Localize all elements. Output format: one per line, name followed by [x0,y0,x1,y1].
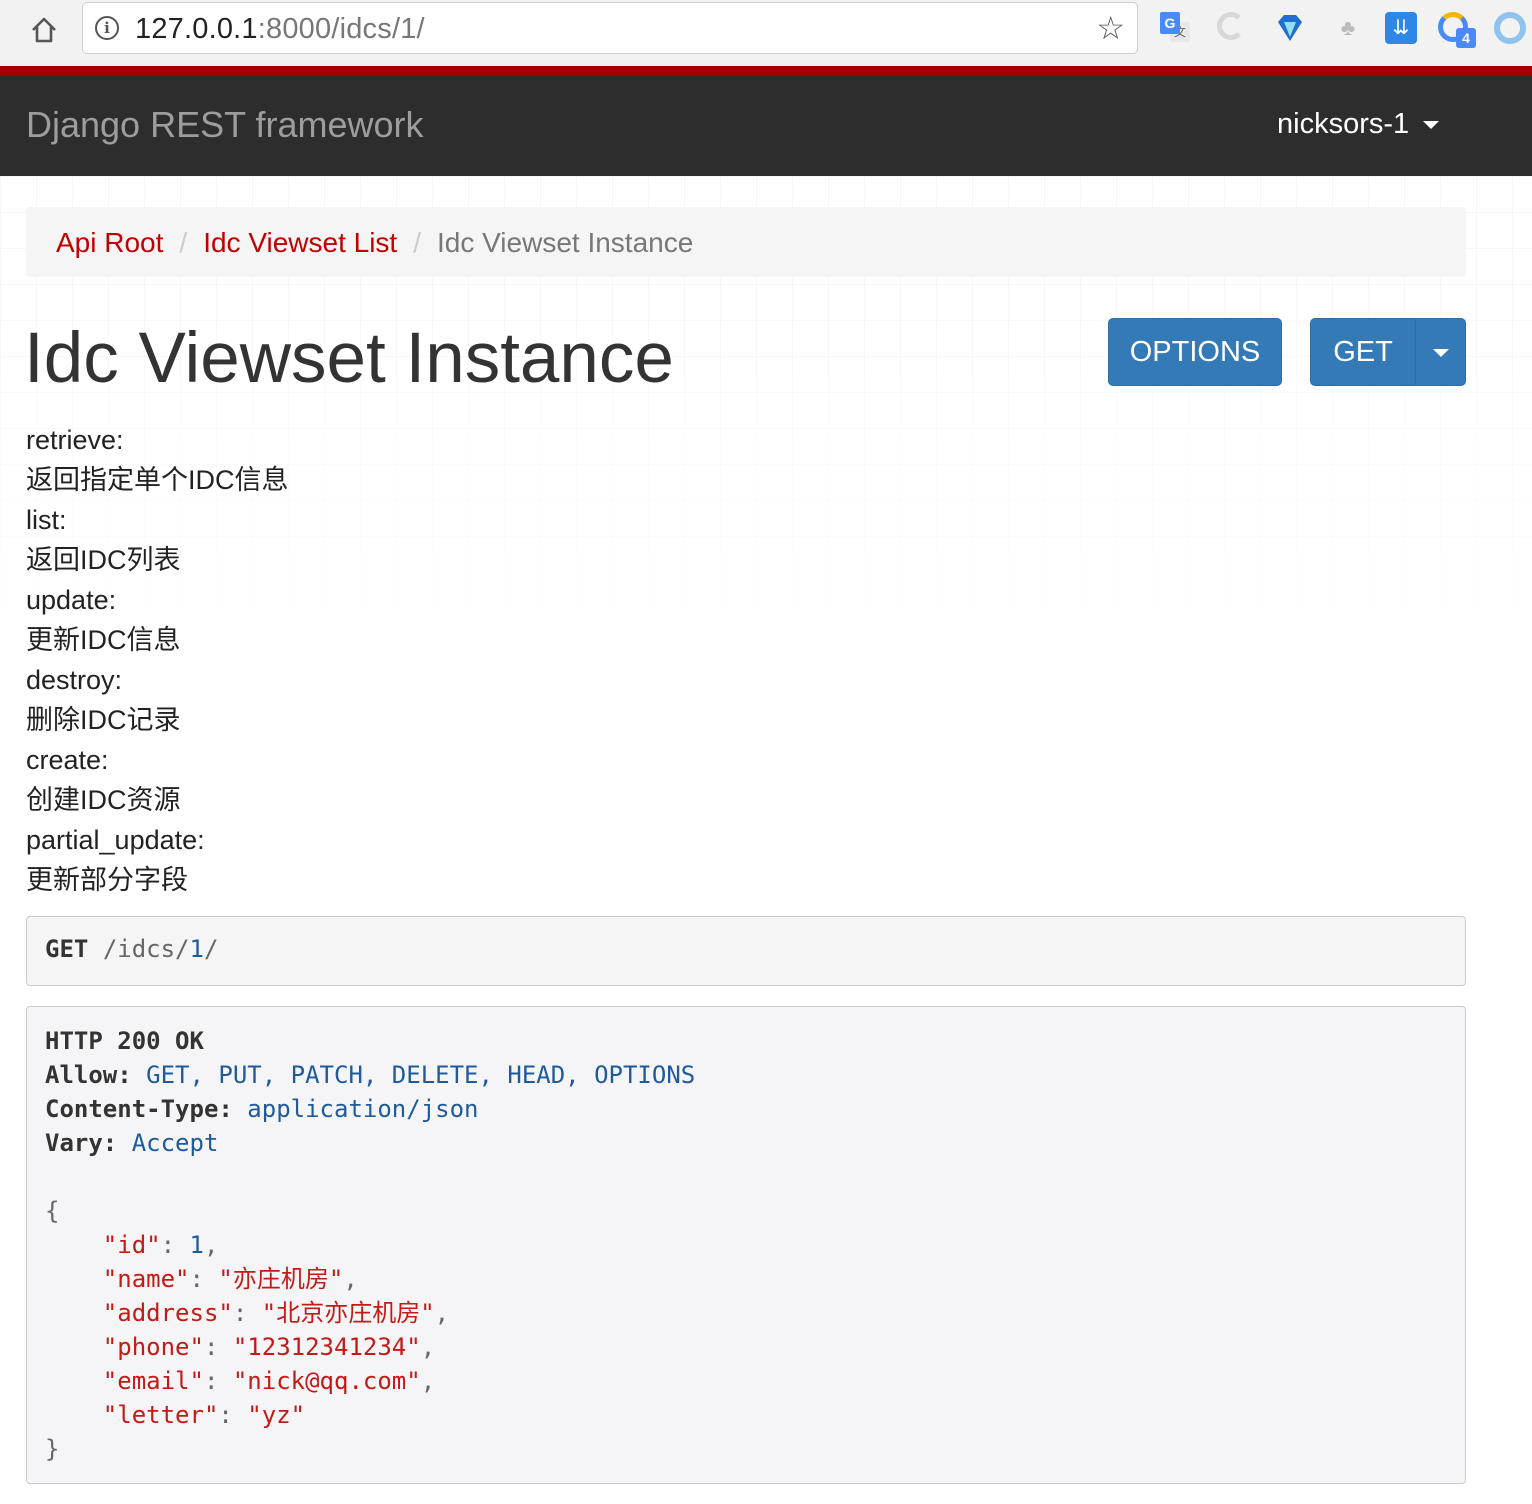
header-value: GET, PUT, PATCH, DELETE, HEAD, OPTIONS [146,1061,696,1089]
json-value: "nick@qq.com" [232,1367,421,1395]
response-info: HTTP 200 OK Allow: GET, PUT, PATCH, DELE… [26,1006,1466,1484]
address-bar[interactable]: i 127.0.0.1:8000/idcs/1/ ☆ [82,2,1138,54]
json-key: "name" [102,1265,190,1293]
json-key: "id" [102,1231,161,1259]
url-host: 127.0.0.1 [135,13,258,45]
json-key: "phone" [102,1333,204,1361]
description-line: partial_update: [26,825,205,855]
description-line: retrieve: [26,425,124,455]
caret-down-icon [1433,349,1449,357]
header-key: Content-Type: [45,1095,233,1123]
user-name: nicksors-1 [1277,108,1410,140]
description-line: list: [26,505,67,535]
header-key: Allow: [45,1061,132,1089]
json-key: "address" [102,1299,233,1327]
info-icon[interactable]: i [95,16,119,40]
description-line: 删除IDC记录 [26,705,181,735]
description-line: 创建IDC资源 [26,785,181,815]
home-button[interactable] [26,12,62,48]
download-extension-icon[interactable]: ⇊ [1383,10,1419,46]
request-path-suffix: / [203,935,219,963]
breadcrumb-idc-viewset-list[interactable]: Idc Viewset List [203,227,397,258]
header-value: application/json [247,1095,479,1123]
url-text[interactable]: 127.0.0.1:8000/idcs/1/ [135,13,425,46]
translate-extension-icon[interactable]: 文 G [1158,10,1194,46]
diamond-icon [1278,15,1302,41]
description-line: destroy: [26,665,123,695]
breadcrumb-separator: / [179,227,188,258]
options-button[interactable]: OPTIONS [1108,318,1282,386]
json-close-brace: } [45,1435,60,1463]
translate-icon-front: G [1160,12,1180,34]
circle-extension-icon[interactable] [1494,10,1530,46]
request-path-prefix: /idcs/ [102,935,190,963]
json-open-brace: { [45,1197,60,1225]
description-line: update: [26,585,117,615]
get-button-group: GET [1310,318,1466,386]
browser-toolbar: i 127.0.0.1:8000/idcs/1/ ☆ 文 G ♣ ⇊ 4 [0,0,1532,66]
view-description: retrieve: 返回指定单个IDC信息 list: 返回IDC列表 upda… [26,420,289,900]
brand-link[interactable]: Django REST framework [26,104,423,146]
swirl-extension-icon[interactable] [1215,10,1251,46]
sitemap-extension-icon[interactable]: ♣ [1330,10,1366,46]
diamond-extension-icon[interactable] [1272,10,1308,46]
user-menu[interactable]: nicksors-1 [1277,108,1440,141]
calendar-badge: 4 [1456,28,1476,48]
json-value: "亦庄机房" [218,1265,344,1293]
request-method: GET [45,935,89,963]
breadcrumb-active: Idc Viewset Instance [437,227,694,258]
description-line: 更新IDC信息 [26,625,181,655]
description-line: 返回指定单个IDC信息 [26,465,289,495]
breadcrumb: Api Root / Idc Viewset List / Idc Viewset In… [26,207,1466,277]
download-icon: ⇊ [1385,12,1417,44]
url-path: :8000/idcs/1/ [257,13,425,45]
json-value: "北京亦庄机房" [261,1299,435,1327]
breadcrumb-separator: / [413,227,421,258]
caret-down-icon [1423,121,1440,130]
breadcrumb-api-root[interactable]: Api Root [56,227,163,258]
accent-strip [0,66,1532,76]
request-info: GET /idcs/1/ [26,916,1466,986]
star-icon[interactable]: ☆ [1096,11,1125,45]
description-line: 更新部分字段 [26,865,188,895]
header-value: Accept [131,1129,219,1157]
description-line: 返回IDC列表 [26,545,181,575]
json-key: "letter" [102,1401,219,1429]
navbar: Django REST framework nicksors-1 [0,76,1532,176]
header-key: Vary: [45,1129,118,1157]
request-path-id: 1 [189,935,204,963]
home-icon [32,17,56,43]
json-value: 1 [189,1231,204,1259]
description-line: create: [26,745,109,775]
json-value: "12312341234" [232,1333,421,1361]
get-format-dropdown[interactable] [1416,319,1466,385]
json-value: "yz" [247,1401,306,1429]
calendar-extension-icon[interactable]: 4 [1438,10,1476,48]
get-button[interactable]: GET [1311,319,1415,385]
page-title: Idc Viewset Instance [24,319,674,398]
response-status: HTTP 200 OK [45,1027,204,1055]
request-path: /idcs/1/ [103,935,219,963]
json-key: "email" [102,1367,204,1395]
